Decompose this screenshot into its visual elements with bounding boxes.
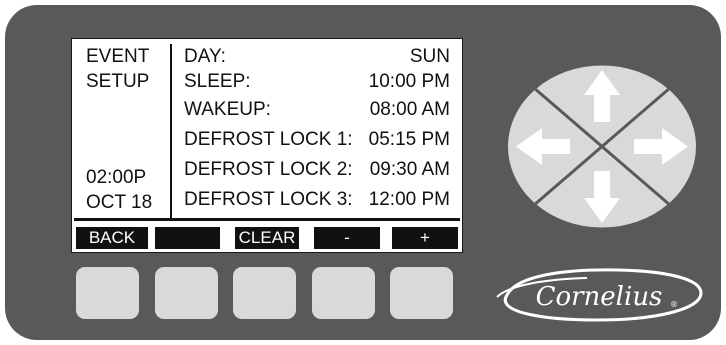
setting-label: DEFROST LOCK 3: [184,189,353,210]
setting-row-wakeup: WAKEUP: 08:00 AM [184,97,450,122]
hardware-button-2[interactable] [155,267,218,319]
setting-value: 12:00 PM [368,189,450,210]
setting-row-sleep: SLEEP: 10:00 PM [184,69,450,94]
clock-date: OCT 18 [86,192,153,213]
navigation-pad [508,65,696,228]
screen-divider-vertical [170,44,172,218]
cornelius-logo: Cornelius ® [496,268,703,322]
softkey-minus[interactable]: - [314,227,380,249]
hardware-button-5[interactable] [390,267,453,319]
setting-label: DAY: [184,46,226,67]
screen-divider-horizontal [74,218,460,221]
setting-row-defrost-lock-3: DEFROST LOCK 3: 12:00 PM [184,187,450,212]
clock-time: 02:00P [86,167,147,188]
softkey-plus[interactable]: + [392,227,458,249]
hardware-button-3[interactable] [233,267,296,319]
setting-value: SUN [409,46,450,67]
logo-text: Cornelius [536,282,663,312]
menu-title-line2: SETUP [86,71,150,92]
softkey-blank[interactable] [155,227,220,249]
setting-label: DEFROST LOCK 1: [184,129,353,150]
setting-value: 08:00 AM [369,99,450,120]
setting-label: SLEEP: [184,71,251,92]
menu-title-line1: EVENT [86,46,150,67]
setting-row-day: DAY: SUN [184,44,450,69]
hardware-button-1[interactable] [76,267,139,319]
hardware-button-4[interactable] [312,267,375,319]
setting-value: 09:30 AM [369,159,450,180]
setting-label: WAKEUP: [184,99,271,120]
setting-label: DEFROST LOCK 2: [184,159,353,180]
softkey-back[interactable]: BACK [76,227,148,249]
setting-row-defrost-lock-1: DEFROST LOCK 1: 05:15 PM [184,127,450,152]
control-panel: EVENT SETUP 02:00P OCT 18 DAY: SUN SLEEP… [5,5,721,340]
softkey-clear[interactable]: CLEAR [235,227,299,249]
lcd-screen: EVENT SETUP 02:00P OCT 18 DAY: SUN SLEEP… [71,38,463,253]
setting-value: 05:15 PM [368,129,450,150]
setting-row-defrost-lock-2: DEFROST LOCK 2: 09:30 AM [184,157,450,182]
registered-mark: ® [670,300,678,309]
setting-value: 10:00 PM [368,71,450,92]
